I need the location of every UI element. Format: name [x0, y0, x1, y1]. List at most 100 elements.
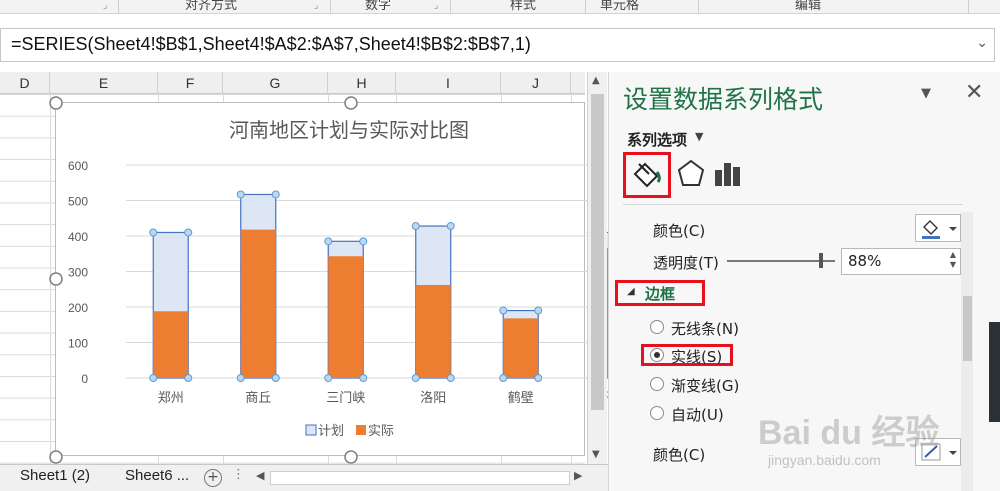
selection-handle — [149, 374, 158, 382]
ribbon-separator — [450, 0, 451, 13]
legend-swatch-plan — [305, 424, 317, 436]
column-header[interactable]: F — [158, 72, 223, 94]
column-headers: D E F G H I J — [0, 72, 585, 94]
selection-handle — [324, 237, 333, 246]
y-tick-label: 300 — [68, 266, 88, 280]
ribbon-separator — [585, 0, 586, 13]
radio-solid-line[interactable] — [650, 348, 664, 362]
selection-handle — [149, 228, 158, 237]
pane-scrollbar[interactable] — [961, 212, 973, 491]
chart-title: 河南地区计划与实际对比图 — [229, 118, 469, 142]
column-header[interactable]: E — [50, 72, 158, 94]
ribbon-group-cells: 单元格 — [600, 0, 640, 13]
transparency-input[interactable]: 88% ▲ ▼ — [841, 248, 961, 275]
bar-actual — [503, 318, 539, 378]
radio-no-line[interactable] — [650, 320, 664, 334]
dialog-launcher-icon[interactable]: ⌟ — [314, 1, 318, 11]
chevron-down-icon[interactable]: ▼ — [921, 86, 931, 101]
dialog-launcher-icon[interactable]: ⌟ — [434, 1, 438, 11]
bar-actual — [328, 256, 364, 378]
x-tick-label: 鹤壁 — [508, 390, 534, 406]
selection-handle — [359, 374, 368, 382]
divider — [623, 204, 963, 205]
highlight-box — [623, 152, 671, 198]
chart-svg: 河南地区计划与实际对比图 0 100 200 300 400 500 600 郑州 商丘 三门峡 洛阳… — [49, 96, 630, 464]
column-header[interactable]: H — [328, 72, 396, 94]
tab-split-handle[interactable]: ⋮ — [232, 467, 245, 482]
x-tick-label: 三门峡 — [326, 391, 365, 406]
y-tick-label: 0 — [81, 372, 88, 386]
scroll-right-icon[interactable]: ▶ — [574, 469, 582, 482]
selection-handle — [184, 228, 193, 237]
ribbon: ⌟ 对齐方式 ⌟ 数字 ⌟ 样式 单元格 编辑 — [0, 0, 1000, 14]
formula-bar[interactable]: =SERIES(Sheet4!$B$1,Sheet4!$A$2:$A$7,She… — [0, 28, 995, 62]
selection-handle — [499, 306, 508, 315]
selection-handle — [534, 374, 543, 382]
series-options-tab[interactable] — [709, 154, 749, 194]
series-options-dropdown[interactable]: 系列选项 — [627, 129, 687, 150]
collapse-triangle-icon[interactable]: ◢ — [627, 286, 635, 297]
legend-swatch-actual — [356, 425, 366, 435]
add-sheet-button[interactable]: + — [204, 469, 222, 487]
selection-handle — [236, 190, 245, 199]
chart-resize-handle — [344, 96, 358, 110]
vertical-scrollbar[interactable]: ▲ ▼ — [587, 72, 607, 465]
column-header[interactable]: J — [501, 72, 571, 94]
column-header[interactable]: D — [0, 72, 50, 94]
selection-handle — [534, 306, 543, 315]
dialog-launcher-icon[interactable]: ⌟ — [103, 1, 107, 11]
selection-handle — [271, 190, 280, 199]
scroll-up-icon[interactable]: ▲ — [592, 75, 600, 86]
radio-automatic[interactable] — [650, 406, 664, 420]
x-tick-label: 商丘 — [245, 391, 271, 406]
scrollbar-thumb[interactable] — [963, 296, 972, 361]
slider-handle[interactable] — [819, 253, 823, 268]
window-edge — [989, 322, 1000, 422]
selection-handle — [411, 374, 420, 382]
y-tick-label: 400 — [68, 230, 88, 244]
chart-resize-handle — [344, 450, 358, 464]
selection-handle — [411, 222, 420, 231]
column-header[interactable]: I — [396, 72, 501, 94]
column-header[interactable]: G — [223, 72, 328, 94]
ribbon-group-styles: 样式 — [510, 0, 537, 13]
radio-solid-line-label[interactable]: 实线(S) — [671, 346, 722, 367]
scroll-left-icon[interactable]: ◀ — [256, 469, 264, 482]
chevron-down-icon[interactable]: ▼ — [695, 130, 703, 143]
sheet-tab-bar: Sheet1 (2) Sheet6 ... + ⋮ ◀ ▶ — [0, 464, 610, 491]
chart-area[interactable]: 河南地区计划与实际对比图 0 100 200 300 400 500 600 郑州 商丘 三门峡 洛阳… — [49, 96, 630, 464]
formula-text[interactable]: =SERIES(Sheet4!$B$1,Sheet4!$A$2:$A$7,She… — [11, 34, 531, 55]
horizontal-scrollbar[interactable] — [270, 471, 570, 485]
scrollbar-thumb[interactable] — [591, 94, 604, 410]
close-icon[interactable]: ✕ — [965, 80, 983, 105]
selection-handle — [499, 374, 508, 382]
ribbon-group-number: 数字 — [365, 0, 392, 13]
legend-label-actual: 实际 — [368, 424, 394, 439]
selection-handle — [446, 374, 455, 382]
sheet-tab[interactable]: Sheet6 ... — [125, 467, 189, 484]
ribbon-group-alignment: 对齐方式 — [185, 0, 238, 13]
spin-icon[interactable]: ▲ ▼ — [950, 250, 956, 270]
radio-no-line-label[interactable]: 无线条(N) — [671, 318, 739, 339]
fill-color-label: 颜色(C) — [653, 222, 706, 240]
radio-automatic-label[interactable]: 自动(U) — [671, 404, 724, 425]
chart-resize-handle — [49, 96, 63, 110]
fill-color-button[interactable] — [915, 214, 961, 242]
effects-tab[interactable] — [671, 154, 711, 194]
y-tick-label: 100 — [68, 337, 88, 351]
legend-label-plan: 计划 — [318, 424, 344, 439]
pane-title: 设置数据系列格式 — [623, 85, 824, 114]
radio-gradient-line-label[interactable]: 渐变线(G) — [671, 375, 739, 396]
x-tick-label: 洛阳 — [420, 391, 446, 406]
radio-gradient-line[interactable] — [650, 377, 664, 391]
x-tick-label: 郑州 — [158, 391, 184, 406]
chevron-down-icon[interactable]: ⌄ — [976, 35, 988, 51]
ribbon-separator — [330, 0, 331, 13]
watermark-url: jingyan.baidu.com — [768, 452, 881, 468]
y-tick-label: 600 — [68, 159, 88, 173]
transparency-label: 透明度(T) — [653, 254, 719, 272]
bar-chart-icon — [715, 163, 740, 186]
sheet-tab[interactable]: Sheet1 (2) — [20, 467, 90, 484]
border-section-header[interactable]: 边框 — [645, 283, 675, 304]
scroll-down-icon[interactable]: ▼ — [592, 449, 600, 460]
